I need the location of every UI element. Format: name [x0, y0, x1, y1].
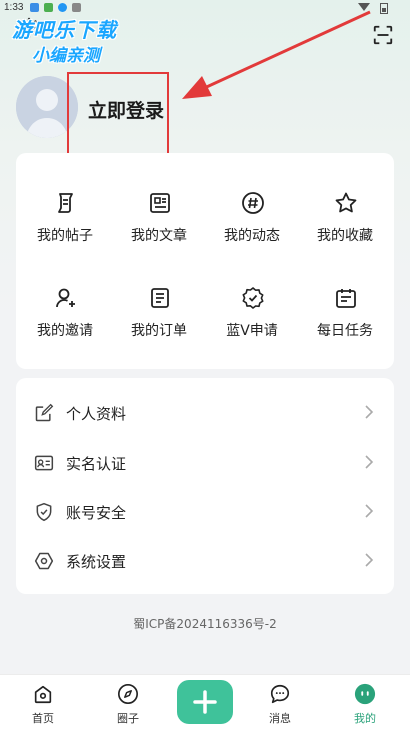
feature-blue-v-apply[interactable]: 蓝V申请 [205, 286, 299, 356]
menu-label: 账号安全 [66, 504, 127, 522]
feature-label: 我的收藏 [317, 228, 373, 244]
feature-label: 我的订单 [131, 323, 187, 339]
notification-icon [30, 3, 39, 12]
verified-badge-icon [242, 287, 264, 309]
feature-my-favorites[interactable]: 我的收藏 [298, 191, 392, 261]
feature-label: 我的邀请 [37, 323, 93, 339]
icp-record[interactable]: 蜀ICP备2024116336号-2 [0, 615, 410, 632]
feature-my-activity[interactable]: 我的动态 [205, 191, 299, 261]
profile-face-icon [354, 683, 376, 705]
feature-my-orders[interactable]: 我的订单 [112, 286, 206, 356]
menu-item-profile[interactable]: 个人资料 [16, 388, 394, 437]
feature-my-articles[interactable]: 我的文章 [112, 191, 206, 261]
notification-icon [44, 3, 53, 12]
hashtag-icon [242, 192, 264, 214]
star-icon [335, 192, 357, 213]
annotation-arrow [182, 10, 371, 99]
chevron-right-icon [365, 405, 374, 419]
nav-mine[interactable]: 我的 [324, 675, 406, 729]
feature-label: 我的动态 [224, 228, 280, 244]
menu-item-system-settings[interactable]: 系统设置 [16, 536, 394, 585]
chevron-right-icon [365, 455, 374, 469]
shield-icon [36, 502, 52, 522]
home-icon [34, 685, 52, 704]
feature-label: 我的帖子 [37, 228, 93, 244]
battery-icon [380, 3, 388, 14]
status-time: 1:33 [4, 2, 24, 13]
chevron-right-icon [365, 553, 374, 567]
feature-daily-tasks[interactable]: 每日任务 [298, 286, 392, 356]
notification-icon [58, 3, 67, 12]
calendar-task-icon [336, 289, 356, 308]
watermark-line2: 小编亲测 [32, 46, 100, 66]
menu-item-account-security[interactable]: 账号安全 [16, 487, 394, 536]
id-card-icon [34, 455, 54, 471]
settings-icon [34, 552, 54, 570]
menu-label: 实名认证 [66, 455, 127, 473]
feature-label: 蓝V申请 [226, 323, 278, 339]
feature-label: 我的文章 [131, 228, 187, 244]
compass-icon [118, 684, 138, 704]
post-icon [58, 193, 73, 213]
watermark: 游吧乐下载 小编亲测 [12, 14, 117, 66]
nav-label: 首页 [32, 712, 54, 725]
nav-label: 圈子 [117, 712, 139, 725]
nav-home[interactable]: 首页 [2, 675, 84, 729]
chevron-right-icon [365, 504, 374, 518]
nav-label: 我的 [354, 712, 376, 725]
feature-label: 每日任务 [317, 323, 373, 339]
menu-label: 个人资料 [66, 405, 127, 423]
feature-my-invites[interactable]: 我的邀请 [18, 286, 112, 356]
nav-label: 消息 [269, 712, 291, 725]
edit-profile-icon [35, 403, 54, 422]
menu-label: 系统设置 [66, 553, 127, 571]
add-post-button[interactable] [177, 680, 233, 724]
plus-icon [193, 690, 217, 714]
order-icon [151, 288, 169, 308]
settings-menu-card: 个人资料 实名认证 账号安全 系统设置 [16, 378, 394, 594]
invite-user-icon [56, 288, 75, 308]
article-icon [150, 193, 170, 213]
nav-messages[interactable]: 消息 [239, 675, 321, 729]
notification-icon [72, 3, 81, 12]
nav-circles[interactable]: 圈子 [87, 675, 169, 729]
feature-my-posts[interactable]: 我的帖子 [18, 191, 112, 261]
menu-item-real-name-verification[interactable]: 实名认证 [16, 438, 394, 487]
watermark-line1: 游吧乐下载 [12, 18, 117, 42]
message-icon [270, 684, 290, 704]
feature-grid-card: 我的帖子 我的文章 我的动态 我的收藏 我的邀请 我的订单 蓝V申请 每日任务 [16, 153, 394, 369]
